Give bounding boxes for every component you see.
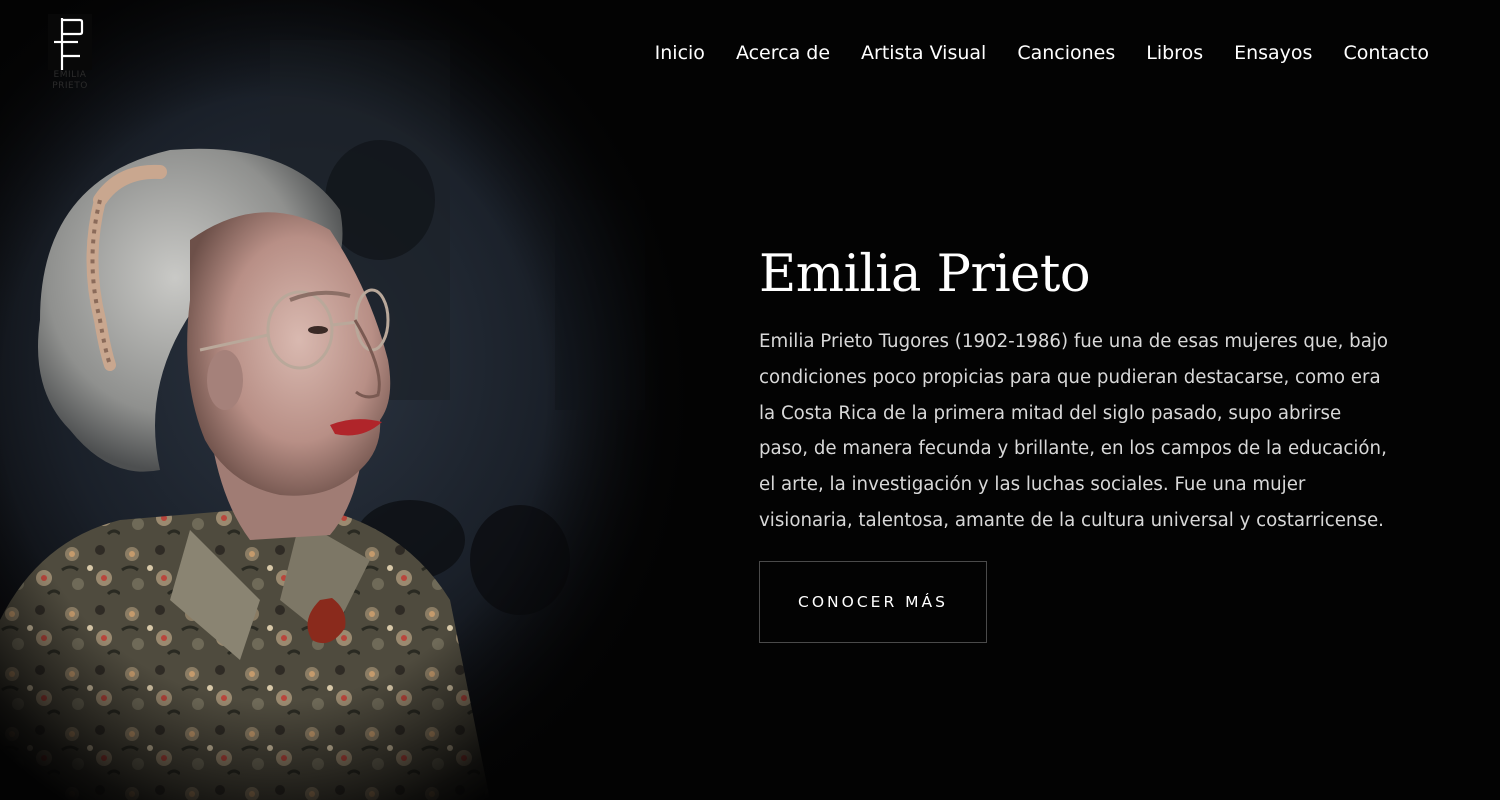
hero-description: Emilia Prieto Tugores (1902-1986) fue un… [759,331,1389,531]
hero-section: Emilia Prieto Emilia Prieto Tugores (190… [759,240,1459,643]
hero-title: Emilia Prieto [759,245,1091,304]
hero-portrait-image [0,0,720,800]
nav-item-inicio[interactable]: Inicio [655,42,705,64]
nav-item-canciones[interactable]: Canciones [1017,42,1115,64]
nav-item-acerca-de[interactable]: Acerca de [736,42,830,64]
site-logo[interactable]: EMILIA PRIETO [44,12,96,102]
main-navigation: Inicio Acerca de Artista Visual Cancione… [655,42,1429,64]
logo-caption: EMILIA PRIETO [52,70,88,91]
nav-item-libros[interactable]: Libros [1146,42,1203,64]
logo-mark-icon [48,14,92,70]
nav-item-ensayos[interactable]: Ensayos [1234,42,1312,64]
nav-item-artista-visual[interactable]: Artista Visual [861,42,986,64]
page: EMILIA PRIETO Inicio Acerca de Artista V… [0,0,1500,800]
conocer-mas-button[interactable]: CONOCER MÁS [759,560,987,643]
nav-item-contacto[interactable]: Contacto [1343,42,1429,64]
